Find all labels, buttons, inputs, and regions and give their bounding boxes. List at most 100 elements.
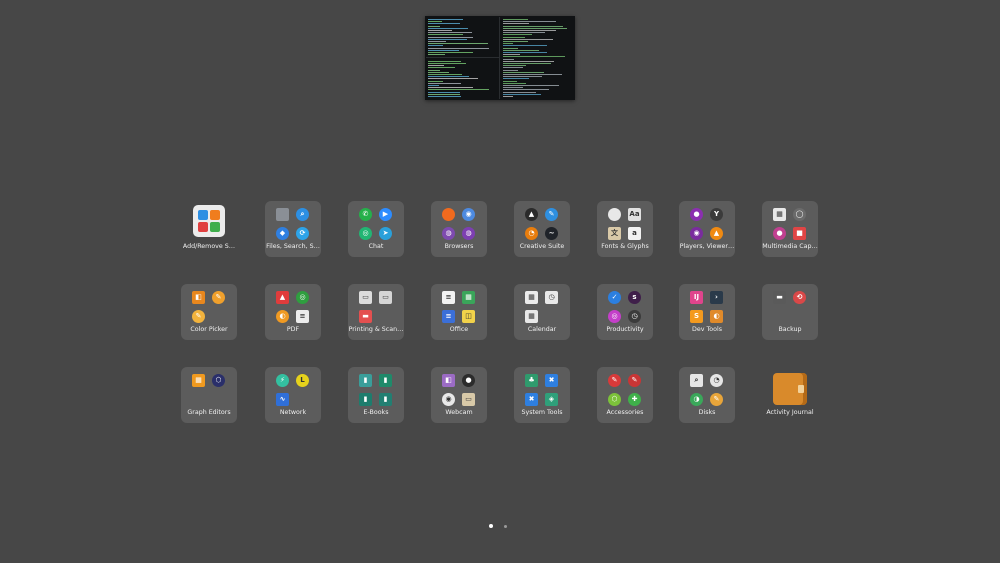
- terminal-text-line: [503, 32, 546, 34]
- terminal-text-line: [503, 25, 563, 27]
- system-settings-icon: ✖: [545, 374, 558, 387]
- diff-tool-icon: ◐: [710, 310, 723, 323]
- app-folder[interactable]: ▦ ⬡ Graph Editors: [181, 367, 237, 423]
- app-folder[interactable]: ▦ ◯ ● ■ Multimedia Cap…: [762, 201, 818, 257]
- system-package-icon: ◈: [545, 393, 558, 406]
- app-label: Dev Tools: [692, 326, 722, 333]
- terminal-text-line: [503, 69, 518, 71]
- folder-icon-grid: ✆ ▶ ◎ ➤: [358, 208, 394, 242]
- zoom-icon: ▶: [379, 208, 392, 221]
- terminal-text-line: [503, 58, 515, 60]
- vlc-icon: ▲: [710, 227, 723, 240]
- screwdriver-icon: ✎: [608, 374, 621, 387]
- app-folder[interactable]: ◧ ● ◉ ▭ Webcam: [431, 367, 487, 423]
- workspace-thumbnail[interactable]: [425, 16, 575, 100]
- terminal-text-line: [428, 47, 489, 49]
- folder-icon-grid: ▲ ✎ ◔ ~: [524, 208, 560, 242]
- terminal-text-line: [503, 89, 550, 91]
- app-launcher[interactable]: Add/Remove S…: [181, 201, 237, 257]
- writer-icon: ≡: [442, 291, 455, 304]
- folder-icon-grid: ◧ ● ◉ ▭: [441, 374, 477, 408]
- terminal-text-line: [503, 30, 557, 31]
- terminal-text-line: [428, 71, 450, 73]
- ebook-library-icon: ▮: [379, 374, 392, 387]
- terminal-text-line: [503, 60, 554, 62]
- todo-icon: ✓: [608, 291, 621, 304]
- terminal-text-line: [428, 19, 463, 20]
- terminal-text-line: [428, 78, 478, 80]
- terminal-text-line: [503, 41, 529, 42]
- folder-icon-grid: ▦ ◯ ● ■: [772, 208, 808, 242]
- app-label: Fonts & Glyphs: [601, 243, 649, 250]
- tor-browser-icon: ◍: [442, 227, 455, 240]
- terminal-app-icon: ›: [710, 291, 723, 304]
- record-icon: ●: [462, 374, 475, 387]
- ebook-editor-icon: ▮: [379, 393, 392, 406]
- terminal-text-line: [428, 65, 445, 67]
- app-folder[interactable]: ⌕ ◆ ⟳ Files, Search, S…: [265, 201, 321, 257]
- app-folder[interactable]: ◉ ◍ ◍ Browsers: [431, 201, 487, 257]
- app-folder[interactable]: ⌕ ◔ ◑ ✎ Disks: [679, 367, 735, 423]
- terminal-text-line: [428, 69, 441, 71]
- terminal-text-line: [428, 93, 461, 95]
- app-folder[interactable]: ⚡ L ∿ Network: [265, 367, 321, 423]
- app-folder[interactable]: ▬ ⟲ Backup: [762, 284, 818, 340]
- app-folder[interactable]: ▮ ▮ ▮ ▮ E-Books: [348, 367, 404, 423]
- gpick-icon: ◧: [192, 291, 205, 304]
- app-folder[interactable]: Aa 文 a Fonts & Glyphs: [597, 201, 653, 257]
- wrench-icon: ✎: [628, 374, 641, 387]
- document-viewer-icon: ≡: [296, 310, 309, 323]
- disk-analyzer-icon: ◔: [710, 374, 723, 387]
- terminal-text-line: [428, 21, 443, 23]
- app-folder[interactable]: ▲ ✎ ◔ ~ Creative Suite: [514, 201, 570, 257]
- firefox-icon: [442, 208, 455, 221]
- impress-icon: ◫: [462, 310, 475, 323]
- app-folder[interactable]: IJ › S ◐ Dev Tools: [679, 284, 735, 340]
- app-folder[interactable]: ◧ ✎ ✎ Color Picker: [181, 284, 237, 340]
- app-folder[interactable]: ✎ ✎ ⬡ ✚ Accessories: [597, 367, 653, 423]
- app-launcher[interactable]: Activity Journal: [762, 367, 818, 423]
- terminal-text-line: [428, 38, 467, 40]
- terminal-text-line: [428, 63, 467, 64]
- terminal-text-line: [428, 45, 443, 47]
- character-map-icon: 文: [608, 227, 621, 240]
- planner-icon: ▦: [525, 310, 538, 323]
- terminal-text-line: [503, 21, 557, 23]
- journal-icon: [773, 373, 807, 405]
- app-folder[interactable]: ≡ ▦ ≡ ◫ Office: [431, 284, 487, 340]
- page-dot-2[interactable]: [504, 524, 507, 528]
- pdf-arranger-icon: ◎: [296, 291, 309, 304]
- app-label: Disks: [698, 409, 716, 416]
- terminal-text-line: [503, 80, 517, 82]
- terminal-text-line: [503, 56, 565, 58]
- app-folder[interactable]: ✆ ▶ ◎ ➤ Chat: [348, 201, 404, 257]
- terminal-text-line: [428, 41, 446, 42]
- app-folder[interactable]: ▦ ◷ ▦ Calendar: [514, 284, 570, 340]
- app-folder[interactable]: ▭ ▭ ▬ Printing & Scan…: [348, 284, 404, 340]
- terminal-text-line: [428, 67, 456, 69]
- terminal-text-line: [503, 74, 562, 75]
- darktable-icon: ~: [545, 227, 558, 240]
- terminal-text-line: [428, 85, 439, 86]
- music-player-icon: ●: [690, 208, 703, 221]
- terminal-text-line: [503, 82, 527, 84]
- app-folder[interactable]: ▲ ◎ ◐ ≡ PDF: [265, 284, 321, 340]
- app-folder[interactable]: ♣ ✖ ✖ ◈ System Tools: [514, 367, 570, 423]
- docs-icon: ≡: [442, 310, 455, 323]
- terminal-text-line: [428, 89, 489, 91]
- folder-icon-grid: ✓ s ◎ ◷: [607, 291, 643, 325]
- folder-icon-grid: ▮ ▮ ▮ ▮: [358, 374, 394, 408]
- app-folder[interactable]: ● Y ◉ ▲ Players, Viewer…: [679, 201, 735, 257]
- terminal-text-line: [428, 34, 464, 36]
- terminal-text-line: [428, 76, 470, 78]
- app-label: Color Picker: [190, 326, 228, 333]
- folder-icon-grid: ◧ ✎ ✎: [191, 291, 227, 325]
- file-cabinet-icon: [276, 208, 289, 221]
- folder-icon-grid: ▦ ◷ ▦: [524, 291, 560, 325]
- page-dot-1[interactable]: [489, 524, 493, 528]
- partition-icon: ◑: [690, 393, 703, 406]
- system-info-icon: ✖: [525, 393, 538, 406]
- app-label: Accessories: [606, 409, 644, 416]
- app-folder[interactable]: ✓ s ◎ ◷ Productivity: [597, 284, 653, 340]
- terminal-text-line: [503, 27, 567, 29]
